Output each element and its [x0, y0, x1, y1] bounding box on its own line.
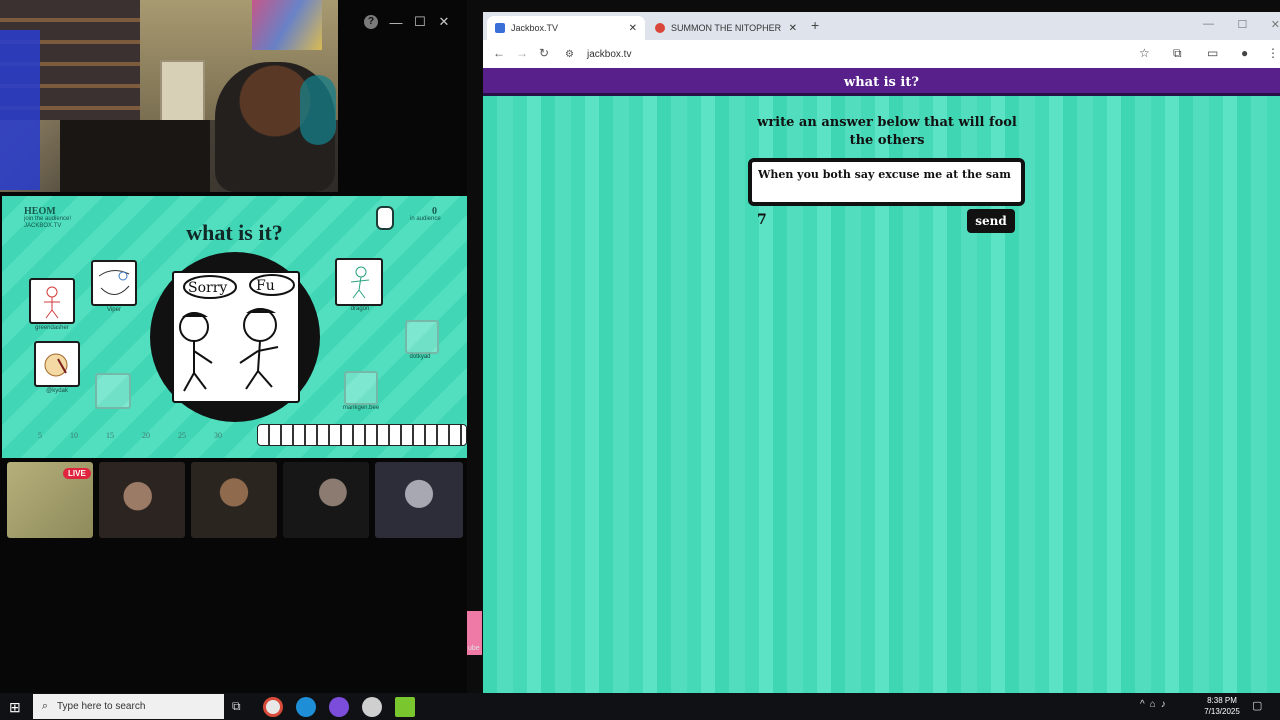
taskbar-search[interactable]: ⌕ Type here to search [33, 694, 224, 719]
answer-input[interactable]: When you both say excuse me at the sam [748, 158, 1025, 206]
background-window-text: ube [468, 645, 480, 652]
bookmark-star-icon[interactable]: ☆ [1139, 46, 1150, 60]
tab-bar: Jackbox.TV ✕ SUMMON THE NITOPHERE adv ✕ … [483, 12, 1280, 40]
player-name: greendasher [35, 325, 69, 331]
maximize-icon[interactable]: ☐ [408, 14, 432, 30]
tab-title: SUMMON THE NITOPHERE adv [671, 23, 781, 33]
search-placeholder: Type here to search [57, 701, 146, 712]
search-icon: ⌕ [41, 700, 49, 712]
jackbox-game-view: HEOM join the audience! JACKBOX.TV what … [2, 196, 467, 458]
site-favicon-icon [655, 23, 665, 33]
cast-icon[interactable]: ▭ [1207, 46, 1218, 60]
tab-other[interactable]: SUMMON THE NITOPHERE adv ✕ [647, 16, 805, 40]
prompt-text: write an answer below that will fool the… [757, 115, 1017, 148]
tray-overflow-icon[interactable]: ^ [1140, 699, 1145, 710]
game-title: what is it? [186, 220, 283, 245]
player-avatar [34, 341, 80, 387]
player-avatar [29, 278, 75, 324]
speech-text: Sorry [188, 280, 227, 296]
windows-start-icon[interactable]: ⊞ [9, 699, 21, 716]
timer-bar [257, 424, 467, 446]
page-header: what is it? [483, 68, 1280, 96]
empty-avatar [95, 373, 131, 409]
minimize-icon[interactable]: — [384, 15, 408, 30]
network-icon[interactable]: ⌂ [1150, 699, 1156, 710]
player-name: Viper [107, 307, 121, 313]
obs-icon[interactable] [362, 697, 382, 717]
player-avatar [335, 258, 383, 306]
audience-icon [376, 206, 394, 230]
character-count: 7 [757, 212, 767, 228]
timeline: 5 10 15 20 25 30 [38, 431, 222, 440]
chrome-icon[interactable] [263, 697, 283, 717]
player-name: dragon [350, 306, 370, 312]
help-icon[interactable]: ? [364, 15, 378, 29]
app-icon[interactable] [395, 697, 415, 717]
player-name: @kydak [46, 388, 68, 394]
empty-avatar [344, 371, 378, 405]
browser-window-controls: — ☐ ✕ [1203, 18, 1280, 31]
jackbox-favicon-icon [495, 23, 505, 33]
jackbox-page: what is it? write an answer below that w… [483, 68, 1280, 693]
reload-icon[interactable]: ↻ [539, 46, 549, 60]
player-name: mankgen.bee [342, 405, 380, 411]
stream-window: ? — ☐ ✕ HEOM join the audience! JACKBOX.… [0, 0, 467, 693]
speech-text: Fu [256, 278, 275, 294]
system-tray: ^ ⌂ ♪ [1140, 699, 1166, 710]
empty-avatar [405, 320, 439, 354]
player-avatar [91, 260, 137, 306]
audience-label: in audience [410, 216, 441, 222]
edge-icon[interactable] [296, 697, 316, 717]
participant-cam[interactable] [99, 462, 185, 538]
stream-thumbnail[interactable]: LIVE [7, 462, 93, 538]
menu-icon[interactable]: ⋮ [1267, 46, 1279, 60]
maximize-icon[interactable]: ☐ [1237, 18, 1247, 31]
forward-icon[interactable]: → [516, 46, 528, 60]
new-tab-icon[interactable]: + [811, 17, 819, 33]
task-view-icon[interactable]: ⧉ [232, 699, 241, 714]
notifications-icon[interactable]: ▢ [1252, 699, 1262, 712]
close-icon[interactable]: ✕ [432, 14, 456, 30]
player-drawing: Sorry Fu [172, 271, 300, 403]
webcam-feed [0, 0, 338, 192]
window-controls: ? — ☐ ✕ [338, 10, 467, 34]
player-name: dotkyad [409, 354, 431, 360]
close-tab-icon[interactable]: ✕ [629, 23, 637, 34]
back-icon[interactable]: ← [493, 46, 505, 60]
discord-icon[interactable] [329, 697, 349, 717]
address-bar[interactable]: ⚙ jackbox.tv [565, 44, 1165, 64]
tab-title: Jackbox.TV [511, 23, 559, 33]
send-button[interactable]: send [967, 209, 1015, 233]
tab-jackbox[interactable]: Jackbox.TV ✕ [487, 16, 645, 40]
participant-thumbnails: LIVE [7, 462, 463, 538]
site-info-icon[interactable]: ⚙ [565, 49, 577, 60]
clock[interactable]: 8:38 PM 7/13/2025 [1200, 695, 1244, 717]
volume-icon[interactable]: ♪ [1161, 699, 1166, 710]
participant-cam[interactable] [191, 462, 277, 538]
close-tab-icon[interactable]: ✕ [789, 23, 797, 34]
extensions-icon[interactable]: ⧉ [1173, 46, 1182, 61]
browser-toolbar: ← → ↻ ⚙ jackbox.tv ☆ ⧉ ▭ ● ⋮ [483, 40, 1280, 68]
minimize-icon[interactable]: — [1203, 18, 1214, 31]
participant-cam[interactable] [375, 462, 463, 538]
live-badge: LIVE [63, 468, 91, 479]
url-text: jackbox.tv [587, 48, 632, 60]
browser-window: Jackbox.TV ✕ SUMMON THE NITOPHERE adv ✕ … [483, 12, 1280, 693]
participant-cam[interactable] [283, 462, 369, 538]
profile-icon[interactable]: ● [1241, 46, 1248, 60]
close-icon[interactable]: ✕ [1271, 18, 1280, 31]
taskbar: ⊞ ⌕ Type here to search ⧉ ^ ⌂ ♪ 8:38 PM … [0, 693, 1280, 720]
